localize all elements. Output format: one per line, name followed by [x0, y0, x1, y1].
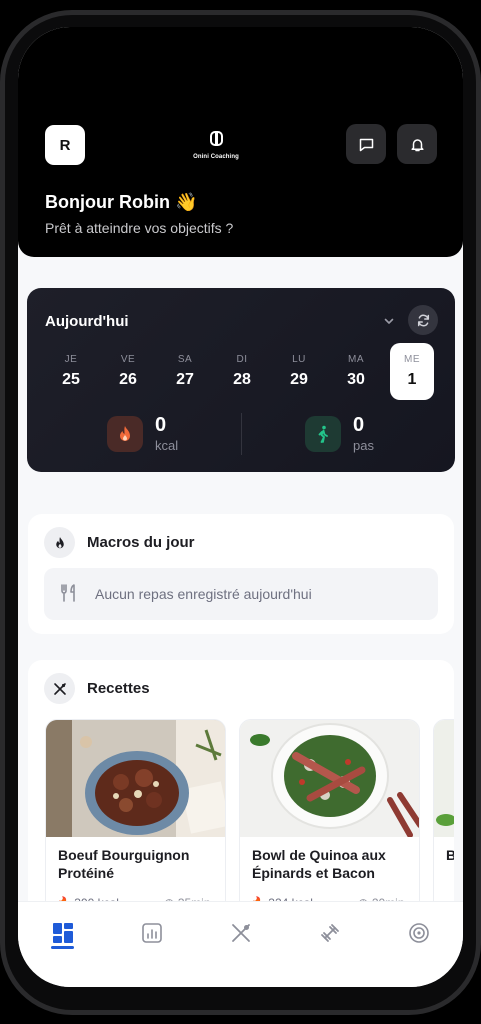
- day-date: 27: [176, 371, 194, 388]
- messages-button[interactable]: [346, 124, 386, 164]
- steps-unit: pas: [353, 438, 374, 453]
- recipe-card[interactable]: B… L…: [433, 719, 454, 920]
- macros-icon-badge: [44, 527, 75, 558]
- day-name: JE: [64, 354, 78, 365]
- nutrition-icon: [232, 924, 250, 942]
- recipe-image: [240, 720, 419, 837]
- utensils-icon: [53, 682, 66, 695]
- day-date: 25: [62, 371, 80, 388]
- steps-icon-badge: [305, 416, 341, 452]
- header: R Onini Coaching Bonjour Robin 👋 Prêt à …: [18, 27, 463, 257]
- day-item[interactable]: JE 25: [49, 343, 93, 400]
- day-name: LU: [292, 354, 306, 365]
- day-date: 30: [347, 371, 365, 388]
- steps-value: 0: [353, 414, 365, 436]
- recipe-image: [434, 720, 454, 837]
- bell-icon: [410, 138, 424, 151]
- bottom-tab-bar: [18, 901, 463, 987]
- recipe-image: [46, 720, 225, 837]
- day-item-selected[interactable]: ME 1: [390, 343, 434, 400]
- refresh-icon: [417, 314, 429, 326]
- day-name: ME: [404, 354, 420, 365]
- tab-workout[interactable]: [315, 918, 345, 948]
- day-name: MA: [348, 354, 364, 365]
- today-title: Aujourd'hui: [45, 313, 129, 330]
- day-date: 28: [233, 371, 251, 388]
- day-date: 1: [407, 371, 417, 388]
- day-item[interactable]: DI 28: [220, 343, 264, 400]
- day-date: 29: [290, 371, 308, 388]
- flame-icon: [120, 426, 130, 441]
- chat-icon: [359, 138, 373, 151]
- day-name: VE: [120, 354, 136, 365]
- dashboard-icon: [53, 923, 73, 943]
- logo-name: Onini Coaching: [193, 154, 239, 160]
- today-card: Aujourd'hui JE 25 VE 26 SA 27 DI 28 LU 2…: [27, 288, 455, 472]
- chevron-down-icon[interactable]: [383, 315, 395, 327]
- avatar[interactable]: R: [45, 125, 85, 165]
- macros-card: Macros du jour Aucun repas enregistré au…: [28, 514, 454, 634]
- recipe-card[interactable]: Boeuf Bourguignon Protéiné 🔥 390 kcal ◷ …: [45, 719, 226, 920]
- dumbbell-icon: [321, 924, 339, 942]
- recipes-title: Recettes: [87, 680, 150, 697]
- macros-empty-state: Aucun repas enregistré aujourd'hui: [44, 568, 438, 620]
- greeting: Bonjour Robin 👋: [45, 192, 198, 212]
- calories-icon-badge: [107, 416, 143, 452]
- recipe-name: B… L…: [446, 846, 454, 864]
- sync-button[interactable]: [408, 305, 438, 335]
- tab-dashboard[interactable]: [48, 918, 78, 948]
- logo-mark-icon: [209, 131, 223, 146]
- calories-value: 0: [155, 414, 167, 436]
- day-item[interactable]: VE 26: [106, 343, 150, 400]
- app-screen: R Onini Coaching Bonjour Robin 👋 Prêt à …: [18, 27, 463, 987]
- app-logo: Onini Coaching: [186, 131, 246, 160]
- recipe-card[interactable]: Bowl de Quinoa aux Épinards et Bacon 🔥 3…: [239, 719, 420, 920]
- recipe-name: Boeuf Bourguignon Protéiné: [58, 847, 190, 881]
- day-name: DI: [236, 354, 248, 365]
- stats-icon: [142, 923, 162, 943]
- day-item[interactable]: SA 27: [163, 343, 207, 400]
- macros-title: Macros du jour: [87, 534, 195, 551]
- recipes-card: Recettes Boeuf Bourguignon Protéiné Bowl…: [28, 660, 454, 920]
- stat-divider: [241, 413, 242, 455]
- recipe-name: Bowl de Quinoa aux Épinards et Bacon: [252, 847, 386, 881]
- notifications-button[interactable]: [397, 124, 437, 164]
- day-item[interactable]: MA 30: [334, 343, 378, 400]
- tab-stats[interactable]: [137, 918, 167, 948]
- fork-knife-icon: [61, 584, 75, 602]
- target-icon: [409, 923, 429, 943]
- macros-empty-text: Aucun repas enregistré aujourd'hui: [95, 586, 312, 602]
- day-item[interactable]: LU 29: [277, 343, 321, 400]
- day-name: SA: [177, 354, 193, 365]
- week-day-selector: JE 25 VE 26 SA 27 DI 28 LU 29 MA 30 ME 1: [42, 343, 442, 400]
- active-tab-indicator: [51, 946, 74, 949]
- tab-nutrition[interactable]: [226, 918, 256, 948]
- flame-icon: [55, 536, 64, 548]
- walking-icon: [318, 425, 328, 443]
- calories-unit: kcal: [155, 438, 179, 453]
- tab-goals[interactable]: [404, 918, 434, 948]
- day-date: 26: [119, 371, 137, 388]
- greeting-subtitle: Prêt à atteindre vos objectifs ?: [45, 220, 234, 236]
- recipes-icon-badge: [44, 673, 75, 704]
